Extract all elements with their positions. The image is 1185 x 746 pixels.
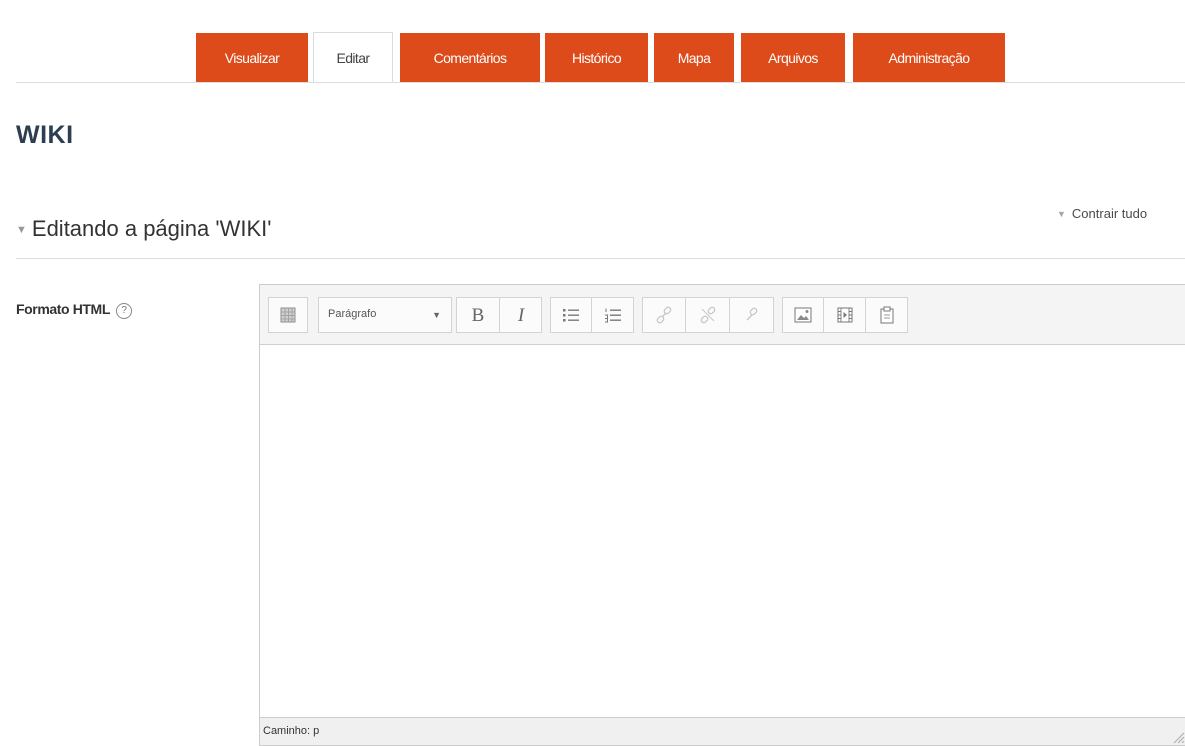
editor-statusbar: Caminho: p (260, 717, 1185, 745)
chevron-down-icon: ▼ (432, 310, 441, 320)
format-select-value: Parágrafo (328, 308, 377, 320)
tabs-divider (16, 82, 1185, 83)
collapse-all-link[interactable]: ▼ Contrair tudo (1057, 206, 1147, 221)
collapse-triangle-icon: ▼ (1057, 209, 1066, 219)
page-title: WIKI (16, 121, 74, 149)
section-divider (16, 258, 1185, 259)
link-button[interactable] (642, 297, 686, 333)
editor-toolbar: Parágrafo ▼ B I (260, 285, 1185, 345)
paragraph-format-select[interactable]: Parágrafo ▼ (318, 297, 452, 333)
field-label: Formato HTML? (16, 301, 132, 320)
image-icon (794, 307, 812, 323)
resize-handle-icon[interactable] (1171, 730, 1185, 744)
section-toggle-icon: ▼ (16, 224, 27, 236)
ordered-list-button[interactable] (592, 297, 634, 333)
anchor-icon (746, 307, 757, 321)
bold-button[interactable]: B (456, 297, 500, 333)
html-editor: Parágrafo ▼ B I Caminho: p (259, 284, 1185, 746)
svg-text:B: B (472, 305, 485, 325)
ordered-list-icon (604, 308, 621, 323)
tab-editar[interactable]: Editar (313, 32, 393, 83)
tab-mapa[interactable]: Mapa (654, 33, 734, 82)
unordered-list-icon (563, 309, 579, 322)
svg-text:I: I (516, 305, 525, 325)
media-icon (837, 307, 852, 323)
italic-icon: I (516, 305, 525, 325)
unordered-list-button[interactable] (550, 297, 592, 333)
tab-visualizar[interactable]: Visualizar (196, 33, 308, 82)
toggle-toolbar-icon (280, 307, 296, 323)
tab-administracao[interactable]: Administração (853, 33, 1005, 82)
unlink-button[interactable] (686, 297, 730, 333)
insert-image-button[interactable] (782, 297, 824, 333)
tab-arquivos[interactable]: Arquivos (741, 33, 845, 82)
editor-content-area[interactable] (260, 345, 1185, 717)
paste-icon (880, 306, 893, 324)
toggle-toolbar-button[interactable] (268, 297, 308, 333)
insert-media-button[interactable] (824, 297, 866, 333)
anchor-button[interactable] (730, 297, 774, 333)
unlink-icon (700, 306, 715, 324)
tab-comentarios[interactable]: Comentários (400, 33, 540, 82)
bold-icon: B (472, 305, 485, 325)
section-title: Editando a página 'WIKI' (31, 216, 272, 241)
italic-button[interactable]: I (500, 297, 542, 333)
tab-historico[interactable]: Histórico (545, 33, 648, 82)
collapse-all-label: Contrair tudo (1071, 206, 1148, 221)
link-icon (656, 306, 672, 324)
element-path: Caminho: p (263, 725, 320, 737)
paste-button[interactable] (866, 297, 908, 333)
section-header[interactable]: ▼ Editando a página 'WIKI' (16, 216, 271, 242)
field-label-text: Formato HTML (16, 301, 110, 317)
question-circle-icon[interactable]: ? (115, 303, 132, 319)
